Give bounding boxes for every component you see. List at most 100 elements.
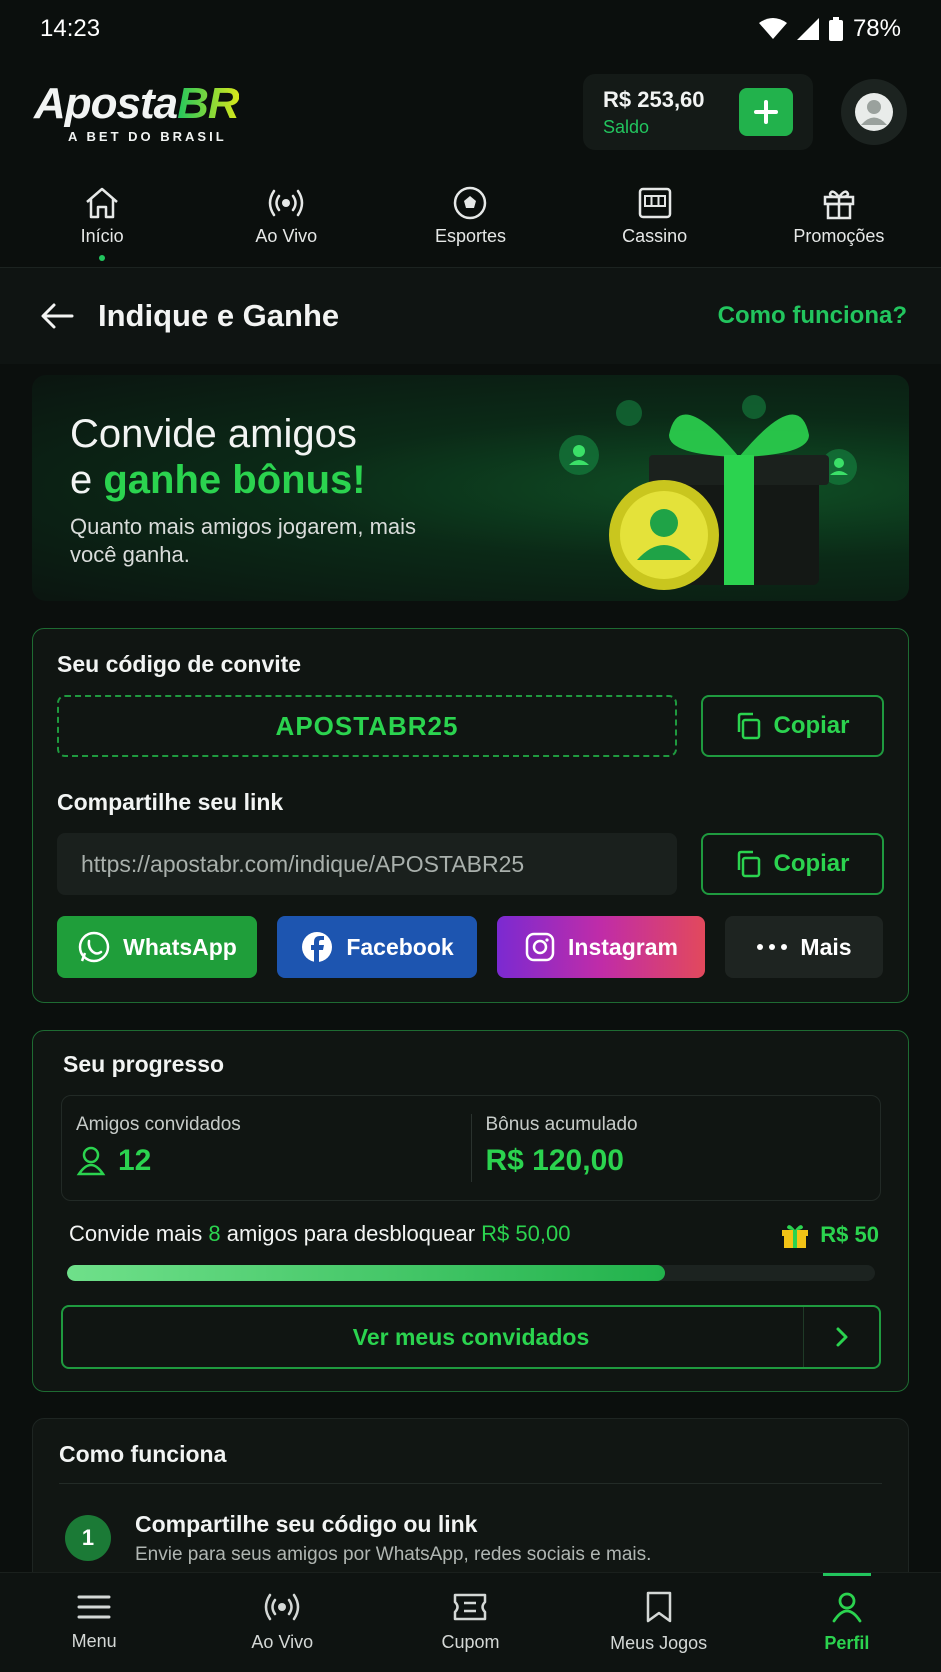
balance-card[interactable]: R$ 253,60 Saldo [583,74,813,150]
wifi-icon [758,18,787,39]
instagram-icon [525,932,555,962]
gift-illustration [559,395,857,590]
share-buttons: WhatsApp Facebook Instagram Mais [57,916,883,978]
page-title: Indique e Ganhe [98,298,340,333]
nav-cassino[interactable]: Cassino [570,186,740,247]
how-it-works-link[interactable]: Como funciona? [718,302,907,330]
see-invited-label: Ver meus convidados [352,1323,590,1350]
hero-title-line1: Convide amigos [70,412,357,456]
hero-subtitle: Quanto mais amigos jogarem, mais você ga… [70,514,417,567]
invite-code-box[interactable]: APOSTABR25 [57,695,677,757]
nav-label: Início [80,226,124,246]
facebook-icon [302,932,333,963]
balance-label: Saldo [603,116,650,137]
goal-amount: R$ 50,00 [481,1221,571,1246]
app-logo[interactable]: ApostaBR A BET DO BRASIL [34,78,240,144]
logo-tagline: A BET DO BRASIL [68,128,227,144]
ticket-icon [454,1593,487,1621]
nav-label: Esportes [434,226,506,246]
copy-link-button[interactable]: Copiar [701,833,884,895]
gift-icon [823,190,855,220]
bottom-nav-ao-vivo[interactable]: Ao Vivo [188,1573,376,1672]
active-indicator [99,255,106,261]
step-description: Envie para seus amigos por WhatsApp, red… [135,1544,652,1565]
deposit-button[interactable] [739,88,793,136]
logo-accent: BR [177,78,240,128]
hero-banner: Convide amigos e ganhe bônus! Quanto mai… [32,375,909,601]
avatar-icon [855,93,893,131]
share-whatsapp-button[interactable]: WhatsApp [57,916,257,978]
goal-mid: amigos para desbloquear [220,1221,482,1246]
nav-ao-vivo[interactable]: Ao Vivo [201,186,371,247]
goal-prefix: Convide mais [69,1221,209,1246]
nav-label: Ao Vivo [255,226,318,246]
user-icon [832,1592,862,1623]
menu-icon [77,1595,111,1619]
share-label: Mais [800,933,852,960]
copy-label: Copiar [773,712,850,739]
balance-amount: R$ 253,60 [603,86,705,112]
logo-text: Aposta [34,78,178,128]
plus-icon [754,100,778,124]
user-icon [76,1146,106,1176]
battery-level: 78% [852,15,901,42]
gift-icon [782,1225,809,1248]
nav-inicio[interactable]: Início [17,186,187,261]
bottom-nav-label: Menu [71,1631,117,1651]
friends-label: Amigos convidados [76,1114,241,1135]
progress-bar-fill [67,1265,665,1281]
progress-stats: Amigos convidados 12 Bônus acumulado R$ … [61,1095,881,1201]
invite-card: Seu código de convite APOSTABR25 Copiar … [32,628,909,1003]
whatsapp-icon [78,931,110,963]
bottom-nav-menu[interactable]: Menu [0,1573,188,1672]
signal-icon [796,18,819,40]
nav-label: Promoções [793,226,885,246]
top-navigation: Início Ao Vivo Esportes Cassino Promoçõe… [0,166,941,268]
app-header: ApostaBR A BET DO BRASIL R$ 253,60 Saldo [0,58,941,166]
back-arrow-icon[interactable] [40,302,74,330]
bottom-nav-label: Cupom [441,1632,500,1652]
how-step: 1 Compartilhe seu código ou link Envie p… [65,1511,651,1566]
copy-code-button[interactable]: Copiar [701,695,884,757]
bottom-nav-cupom[interactable]: Cupom [376,1573,564,1672]
share-link-label: Compartilhe seu link [57,789,284,815]
share-facebook-button[interactable]: Facebook [277,916,477,978]
bonus-value: R$ 120,00 [485,1144,624,1177]
status-time: 14:23 [40,15,101,42]
share-label: Instagram [568,933,678,960]
bottom-nav-perfil[interactable]: Perfil [753,1573,941,1672]
bottom-nav-meus-jogos[interactable]: Meus Jogos [565,1573,753,1672]
bonus-stat: Bônus acumulado R$ 120,00 [472,1096,881,1200]
hero-title-prefix: e [70,458,104,502]
status-icons: 78% [758,15,901,43]
divider [59,1483,882,1484]
step-number: 1 [65,1515,111,1561]
bottom-nav-label: Meus Jogos [610,1633,708,1653]
nav-promocoes[interactable]: Promoções [754,186,924,247]
share-instagram-button[interactable]: Instagram [497,916,705,978]
goal-count: 8 [208,1221,221,1246]
bonus-label: Bônus acumulado [485,1114,638,1135]
avatar-button[interactable] [841,79,907,145]
step-title: Compartilhe seu código ou link [135,1511,478,1537]
hero-title-highlight: ganhe bônus! [103,458,366,502]
invite-code-label: Seu código de convite [57,651,302,677]
more-dots-icon [757,944,788,950]
copy-label: Copiar [773,850,850,877]
friends-count: 12 [118,1144,152,1177]
reward-amount: R$ 50 [820,1222,879,1247]
bookmark-icon [646,1591,671,1623]
progress-bar [67,1265,875,1281]
share-more-button[interactable]: Mais [725,916,883,978]
see-invited-button[interactable]: Ver meus convidados [61,1305,881,1369]
status-bar: 14:23 78% [0,0,941,58]
nav-esportes[interactable]: Esportes [385,186,555,247]
home-icon [86,187,118,219]
bottom-navigation: Menu Ao Vivo Cupom Meus Jogos Perfil [0,1572,941,1672]
slot-machine-icon [638,187,671,219]
goal-text-row: Convide mais 8 amigos para desbloquear R… [69,1221,879,1249]
share-link-field[interactable]: https://apostabr.com/indique/APOSTABR25 [57,833,677,895]
share-label: Facebook [346,933,454,960]
soccer-ball-icon [454,186,487,220]
nav-label: Cassino [622,226,688,246]
